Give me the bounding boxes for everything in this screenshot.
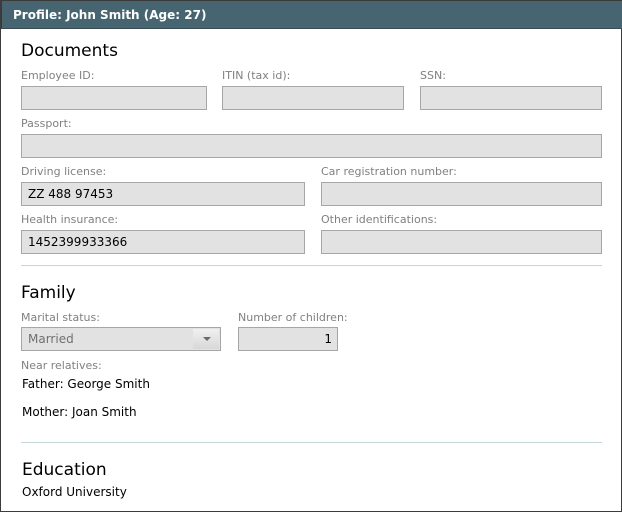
itin-label: ITIN (tax id): — [222, 69, 291, 82]
near-relatives-label: Near relatives: — [21, 359, 102, 372]
ssn-label: SSN: — [420, 69, 446, 82]
other-identifications-label: Other identifications: — [321, 213, 438, 226]
chevron-down-icon — [203, 337, 211, 341]
documents-heading: Documents — [21, 41, 118, 61]
children-label: Number of children: — [238, 311, 348, 324]
education-value: Oxford University — [22, 485, 127, 499]
marital-status-label: Marital status: — [21, 311, 100, 324]
health-insurance-label: Health insurance: — [21, 213, 119, 226]
marital-status-value: Married — [28, 332, 74, 346]
children-count-field[interactable]: 1 — [238, 327, 338, 351]
title-bar: Profile: John Smith (Age: 27) — [1, 0, 622, 29]
driving-license-field[interactable]: ZZ 488 97453 — [21, 182, 305, 206]
marital-status-select[interactable]: Married — [21, 327, 221, 351]
other-identifications-field[interactable] — [321, 230, 602, 254]
profile-window: Profile: John Smith (Age: 27) Documents … — [0, 0, 622, 512]
window-title: Profile: John Smith (Age: 27) — [13, 8, 207, 22]
driving-license-label: Driving license: — [21, 165, 107, 178]
relative-item: Mother: Joan Smith — [22, 405, 137, 419]
health-insurance-field[interactable]: 1452399933366 — [21, 230, 305, 254]
car-registration-label: Car registration number: — [321, 165, 457, 178]
section-divider — [21, 265, 602, 266]
passport-label: Passport: — [21, 117, 72, 130]
education-heading: Education — [22, 460, 107, 480]
employee-id-field[interactable] — [21, 86, 207, 110]
ssn-field[interactable] — [420, 86, 602, 110]
relative-item: Father: George Smith — [22, 377, 150, 391]
passport-field[interactable] — [21, 134, 602, 158]
family-heading: Family — [21, 283, 76, 303]
section-divider — [21, 442, 602, 443]
marital-status-dropdown-button[interactable] — [193, 329, 219, 349]
itin-field[interactable] — [222, 86, 404, 110]
car-registration-field[interactable] — [321, 182, 602, 206]
employee-id-label: Employee ID: — [21, 69, 95, 82]
